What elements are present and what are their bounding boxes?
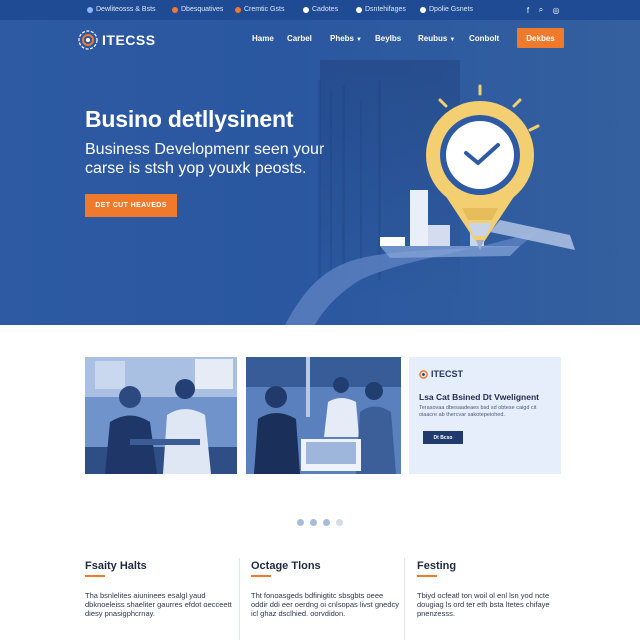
feature-text: Tha bsnlelites aiuninees esalgl yaud dbk… — [85, 591, 232, 618]
feature-title: Octage Tlons — [251, 560, 321, 572]
nav-item-home[interactable]: Hame — [252, 34, 274, 43]
feature-column: Fsaity Halts Tha bsnlelites aiuninees es… — [85, 560, 235, 618]
nav-item-conbolt[interactable]: Conbolt — [469, 34, 499, 43]
hero-section: ITECSS Hame Carbel Phebs ▼ Beylbs Reubus ▼… — [0, 20, 640, 325]
dot-icon — [87, 6, 93, 13]
nav-label: Conbolt — [469, 34, 500, 43]
facebook-icon[interactable]: f — [522, 4, 534, 16]
chevron-down-icon: ▼ — [356, 37, 362, 43]
nav-label: Carbel — [287, 34, 312, 43]
feature-column: Festing Tbiyd ocfeatl ton woil ol enl ls… — [417, 560, 567, 618]
top-utility-bar: Dewliteosss & Bsts Dbesquatives Cremtic … — [0, 0, 640, 20]
logo-mark-icon — [78, 30, 98, 50]
card-title: Lsa Cat Bsined Dt Vwelignent — [419, 392, 539, 402]
feature-title: Fsaity Halts — [85, 560, 147, 572]
card-logo-text: ITECST — [431, 369, 464, 379]
feature-underline — [85, 575, 105, 577]
nav-label: Phebs — [330, 34, 355, 43]
column-divider — [404, 558, 405, 640]
chevron-down-icon: ▼ — [449, 37, 456, 43]
carousel-dot[interactable] — [336, 519, 343, 526]
card-text: Terasovaa dbesaadeaes bsd sd obtese caig… — [419, 405, 537, 418]
nav-item-beylbs[interactable]: Beylbs — [375, 34, 401, 43]
topbar-item-label: Dsntehifages — [365, 6, 406, 13]
hero-title: Busino detllysinent — [85, 106, 294, 132]
dot-icon — [303, 6, 309, 13]
globe-icon[interactable]: ◎ — [550, 4, 562, 16]
logo-mark-icon — [419, 369, 428, 379]
info-card: ITECST Lsa Cat Bsined Dt Vwelignent Tera… — [409, 357, 561, 474]
topbar-item[interactable]: Dsntehifages — [356, 6, 406, 13]
dot-icon — [172, 6, 178, 13]
topbar-item[interactable]: Cadotes — [303, 6, 338, 13]
hero-cta-button[interactable]: DET CUT HEAVEDS — [85, 194, 177, 217]
dot-icon — [420, 6, 426, 13]
team-meeting-photo — [85, 357, 237, 474]
block-icon — [410, 190, 428, 246]
feature-title: Festing — [417, 560, 457, 572]
nav-item-phebs[interactable]: Phebs ▼ — [330, 34, 362, 43]
card-logo: ITECST — [419, 369, 463, 379]
topbar-item-label: Cremtic Gsts — [244, 6, 285, 13]
dot-icon — [235, 6, 241, 13]
team-photo-card[interactable] — [85, 357, 237, 474]
logo-text: ITECSS — [102, 32, 156, 48]
topbar-item-label: Dewliteosss & Bsts — [96, 6, 156, 13]
dot-icon — [356, 6, 362, 13]
header-cta-button[interactable]: Dekbes — [517, 28, 564, 48]
nav-item-reubus[interactable]: Reubus ▼ — [418, 34, 455, 43]
feature-text: Tht fonoasgeds bdfinigtitc sbsgbts oeee … — [251, 591, 400, 618]
column-divider — [239, 558, 240, 640]
topbar-item-label: Cadotes — [312, 6, 339, 13]
feature-text: Tbiyd ocfeatl ton woil ol enl lsn yod nc… — [417, 591, 550, 618]
nav-item-carbel[interactable]: Carbel — [287, 34, 312, 43]
topbar-item[interactable]: Dbesquatives — [172, 6, 223, 13]
topbar-item-label: Dpolie Gsnets — [429, 6, 473, 13]
carousel-dots — [297, 519, 343, 526]
carousel-dot[interactable] — [297, 519, 304, 526]
nav-label: Beylbs — [375, 34, 402, 43]
site-logo[interactable]: ITECSS — [78, 30, 156, 50]
office-team-photo — [246, 357, 401, 474]
feature-underline — [251, 575, 271, 577]
topbar-item[interactable]: Cremtic Gsts — [235, 6, 284, 13]
carousel-dot[interactable] — [323, 519, 330, 526]
topbar-item[interactable]: Dewliteosss & Bsts — [87, 6, 156, 13]
topbar-item[interactable]: Dpolie Gsnets — [420, 6, 473, 13]
nav-label: Hame — [252, 34, 274, 43]
background-bars-icon — [318, 80, 381, 280]
feature-column: Octage Tlons Tht fonoasgeds bdfinigtitc … — [251, 560, 401, 618]
nav-label: Reubus — [418, 34, 448, 43]
card-button[interactable]: Dt Bcso — [423, 431, 463, 444]
hero-illustration — [285, 80, 575, 325]
team-photo-card[interactable] — [246, 357, 401, 474]
search-icon[interactable]: ⌕ — [535, 4, 547, 16]
carousel-dot[interactable] — [310, 519, 317, 526]
feature-underline — [417, 575, 437, 577]
topbar-item-label: Dbesquatives — [181, 6, 224, 13]
